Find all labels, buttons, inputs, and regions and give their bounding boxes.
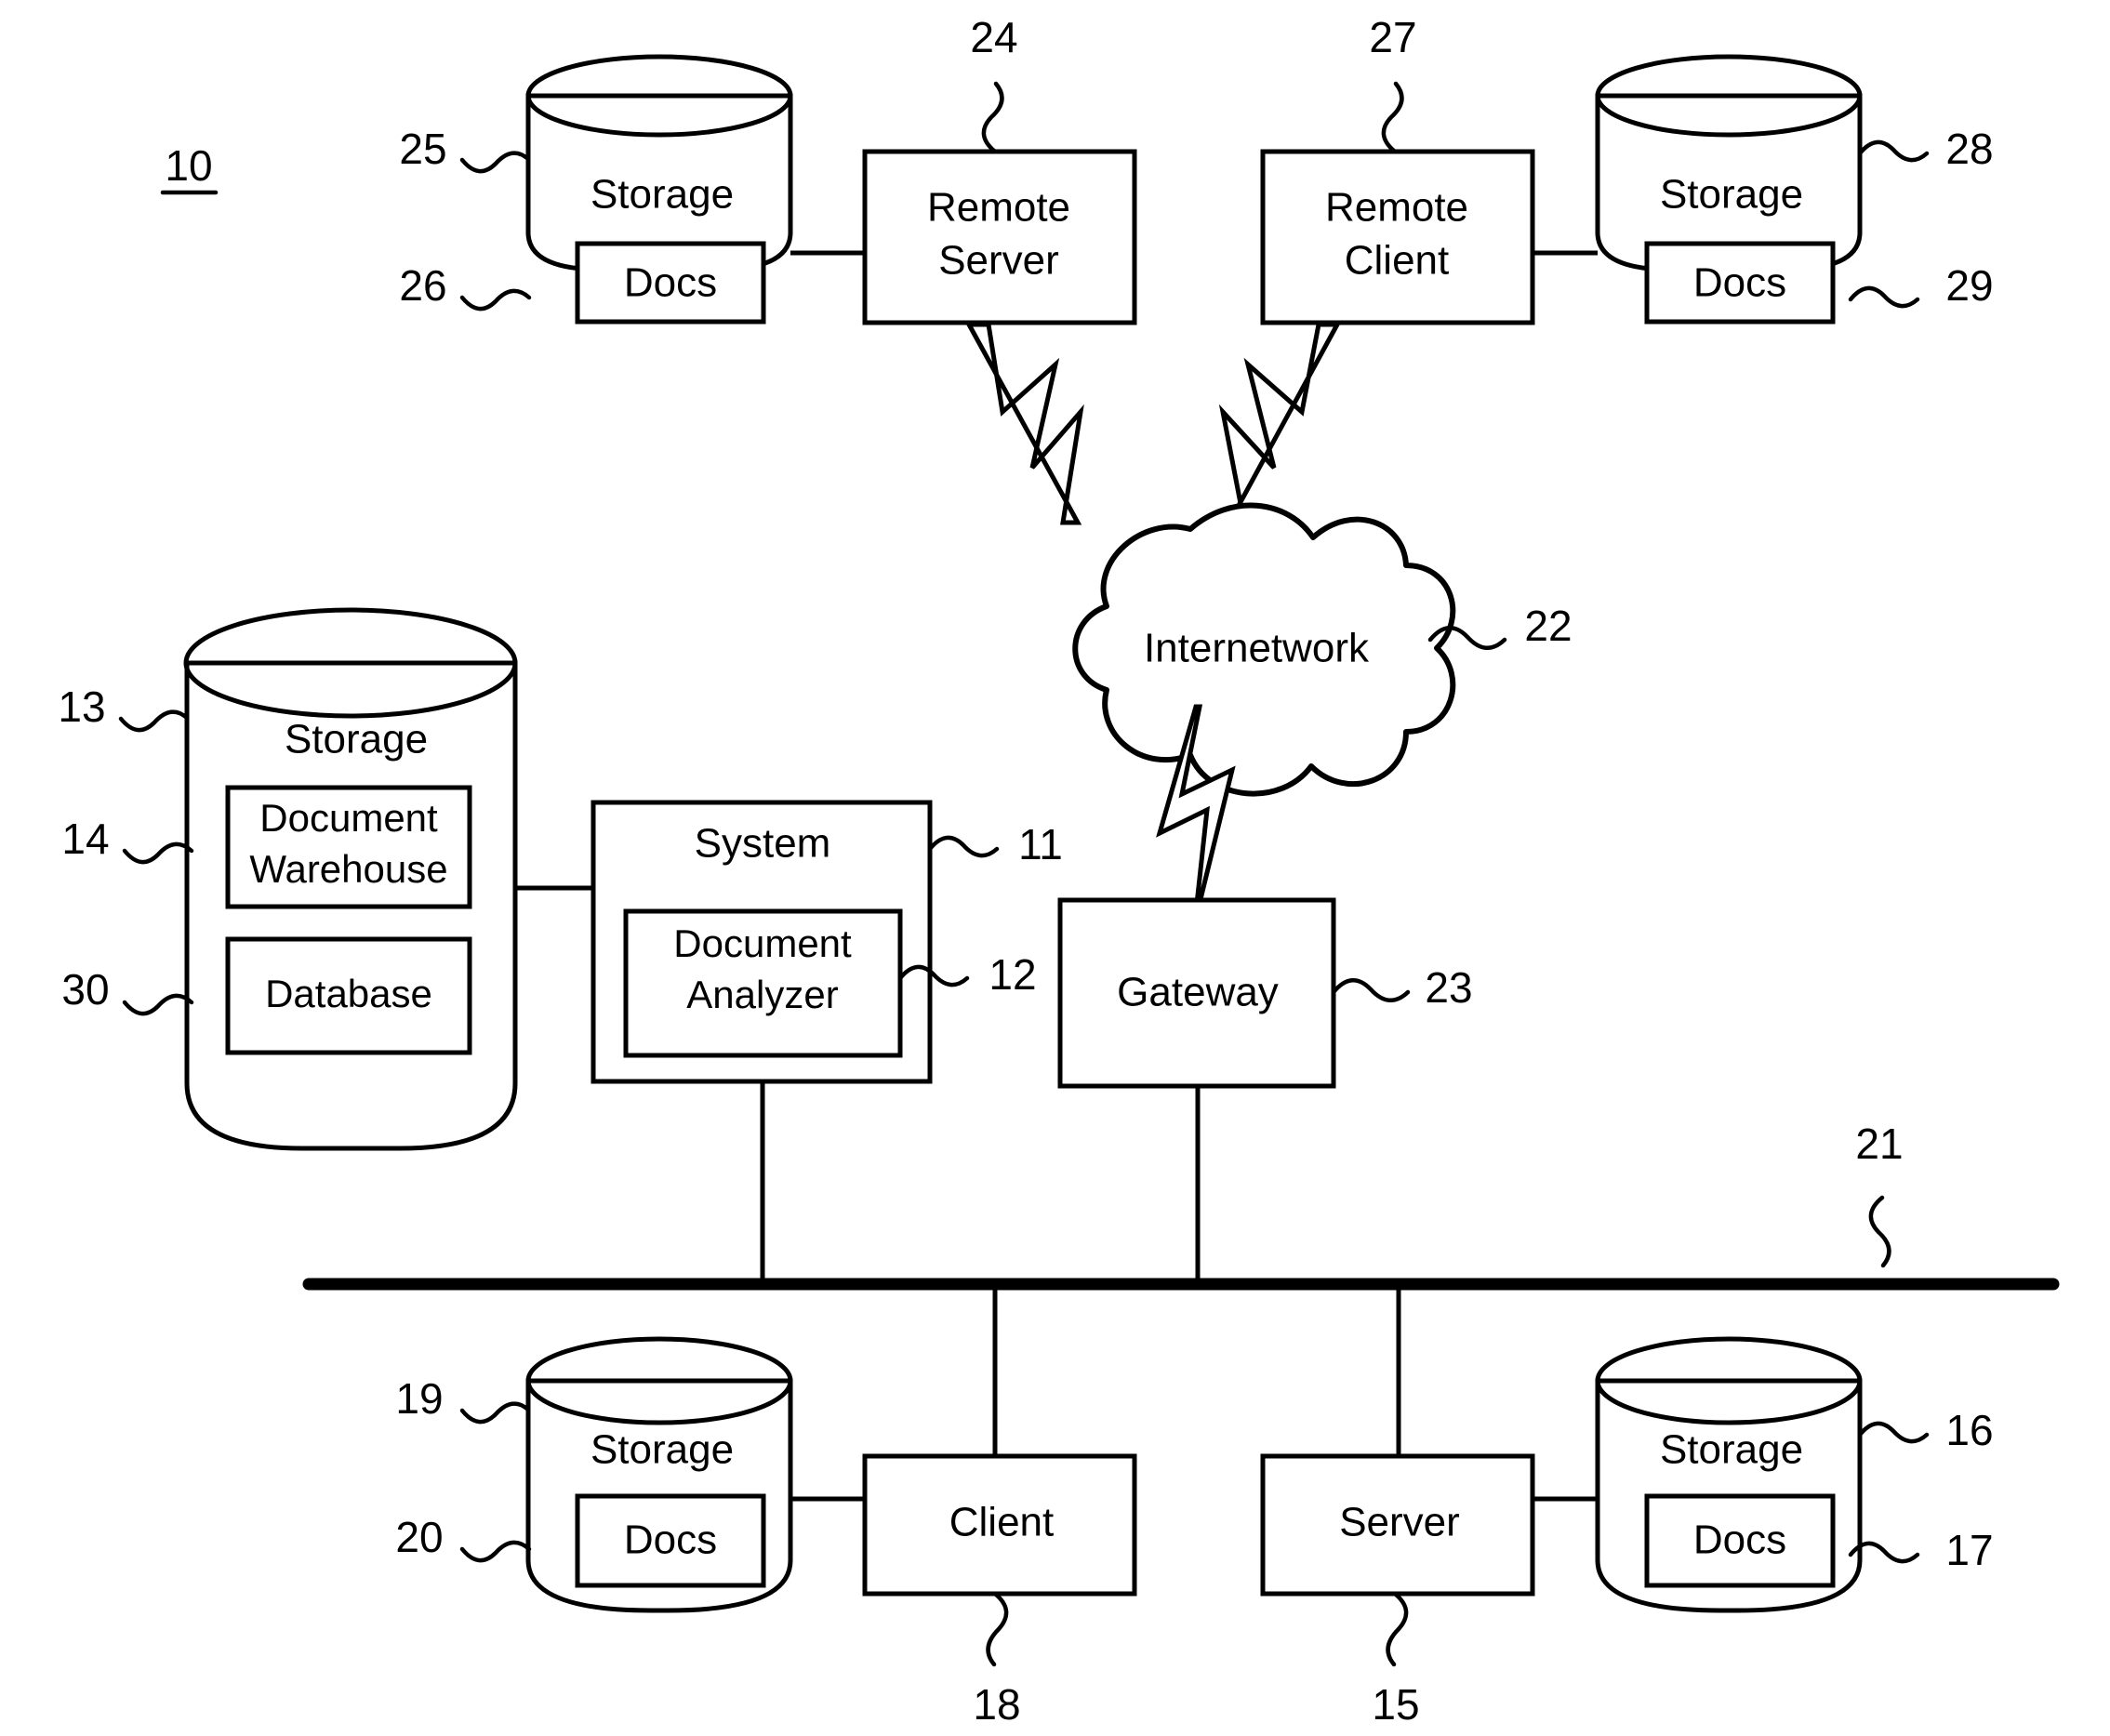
figure-number-10: 10: [165, 141, 212, 190]
leader-line-27: [1381, 81, 1404, 154]
lightning-bolt-remote-client-icon: [1218, 322, 1342, 525]
figure-number-group: 10: [160, 141, 219, 195]
gateway-group: Gateway 23: [1057, 897, 1473, 1089]
ref-number-27: 27: [1369, 13, 1416, 61]
leader-line-14: [122, 841, 194, 865]
ref-number-22: 22: [1524, 602, 1572, 650]
storage-remote-client-docs-label: Docs: [1693, 260, 1786, 306]
leader-line-25: [459, 151, 531, 174]
system-group: System Document Analyzer 11 12: [591, 800, 1063, 1084]
leader-line-21: [1868, 1195, 1891, 1268]
leader-line-28: [1857, 139, 1930, 163]
ref-number-30: 30: [61, 965, 109, 1014]
leader-line-24: [981, 81, 1004, 154]
leader-line-11: [927, 835, 1000, 858]
leader-line-29: [1848, 285, 1920, 309]
remote-client-label-line2: Client: [1345, 238, 1450, 284]
ref-number-29: 29: [1945, 261, 1993, 310]
ref-number-17: 17: [1945, 1526, 1993, 1574]
leader-line-26: [459, 288, 532, 311]
lightning-remote-client-group: [1218, 322, 1342, 525]
gateway-label: Gateway: [1117, 970, 1279, 1015]
storage-client-title: Storage: [591, 1427, 734, 1473]
storage-main-group: Storage Document Warehouse Database 13 1…: [58, 607, 518, 1151]
system-title: System: [695, 821, 831, 867]
storage-remote-client-title: Storage: [1660, 172, 1803, 218]
ref-number-23: 23: [1425, 963, 1472, 1012]
client-group: Client 18: [862, 1453, 1137, 1729]
ref-number-19: 19: [395, 1374, 443, 1423]
leader-line-15: [1386, 1591, 1409, 1667]
document-warehouse-label-line2: Warehouse: [249, 847, 447, 891]
storage-remote-server-docs-label: Docs: [624, 260, 717, 306]
document-analyzer-label-line1: Document: [673, 921, 852, 965]
ref-number-11: 11: [1018, 820, 1063, 868]
leader-line-30: [122, 993, 194, 1016]
internetwork-label: Internetwork: [1144, 626, 1370, 671]
leader-line-23: [1331, 978, 1411, 1002]
ref-number-24: 24: [970, 13, 1017, 61]
ref-number-25: 25: [399, 125, 446, 173]
storage-client-docs-label: Docs: [624, 1517, 717, 1563]
storage-client-group: Storage Docs 19 20: [395, 1336, 793, 1613]
storage-remote-server-title: Storage: [591, 172, 734, 218]
lightning-bolt-remote-server-icon: [964, 322, 1084, 525]
ref-number-28: 28: [1945, 125, 1993, 173]
server-group: Server 15: [1260, 1453, 1535, 1729]
remote-client-group: Remote Client 27: [1260, 13, 1535, 325]
patent-figure-canvas: 10 Storage Docs 25 26 Remote Server 24 R…: [0, 0, 2110, 1736]
ref-number-20: 20: [395, 1513, 443, 1561]
leader-line-13: [118, 709, 190, 733]
internetwork-cloud-group: Internetwork 22: [1072, 502, 1573, 797]
leader-line-18: [986, 1591, 1009, 1667]
remote-server-label-line1: Remote: [927, 185, 1070, 231]
storage-server-group: Storage Docs 16 17: [1595, 1336, 1994, 1613]
remote-server-group: Remote Server 24: [862, 13, 1137, 325]
ref-number-18: 18: [973, 1680, 1020, 1729]
storage-server-title: Storage: [1660, 1427, 1803, 1473]
network-bus-group: 21: [302, 1120, 2060, 1291]
client-label: Client: [949, 1500, 1055, 1545]
document-warehouse-label-line1: Document: [259, 796, 438, 840]
ref-number-21: 21: [1855, 1120, 1903, 1168]
ref-number-13: 13: [58, 682, 105, 731]
lightning-remote-server-group: [964, 322, 1084, 525]
storage-server-docs-label: Docs: [1693, 1517, 1786, 1563]
remote-server-label-line2: Server: [938, 238, 1059, 284]
storage-remote-server-group: Storage Docs 25 26: [399, 54, 793, 325]
document-analyzer-label-line2: Analyzer: [686, 973, 838, 1016]
ref-number-16: 16: [1945, 1406, 1993, 1454]
server-label: Server: [1339, 1500, 1460, 1545]
ref-number-15: 15: [1372, 1680, 1419, 1729]
database-label: Database: [265, 972, 432, 1015]
ref-number-14: 14: [61, 815, 109, 863]
ref-number-26: 26: [399, 261, 446, 310]
storage-main-title: Storage: [285, 717, 428, 762]
leader-line-16: [1857, 1421, 1930, 1444]
remote-client-label-line1: Remote: [1325, 185, 1468, 231]
leader-line-20: [459, 1540, 532, 1563]
storage-remote-client-group: Storage Docs 28 29: [1595, 54, 1994, 325]
ref-number-12: 12: [989, 950, 1036, 999]
leader-line-19: [459, 1401, 531, 1425]
